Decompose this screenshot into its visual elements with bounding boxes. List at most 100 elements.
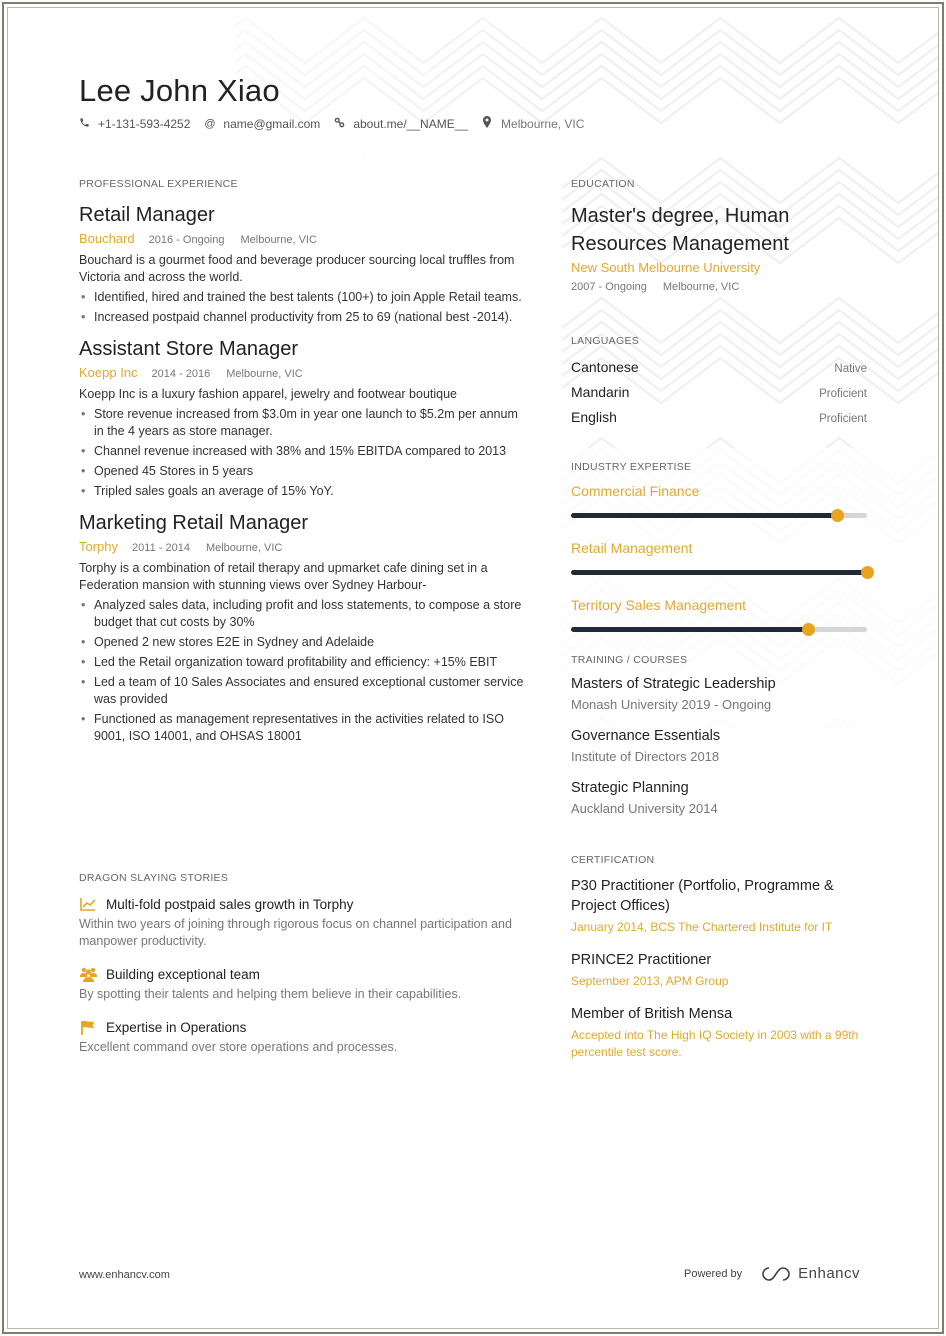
job-location: Melbourne, VIC bbox=[226, 368, 303, 380]
job-company: Torphy bbox=[79, 539, 119, 554]
skill-level-bar bbox=[571, 623, 867, 636]
job-description: Koepp Inc is a luxury fashion apparel, j… bbox=[79, 387, 458, 401]
skill-level-knob bbox=[831, 509, 845, 522]
skill-level-fill bbox=[571, 627, 808, 632]
location-pin-icon bbox=[482, 116, 496, 131]
education-location: Melbourne, VIC bbox=[662, 281, 740, 293]
job-description: Bouchard is a gourmet food and beverage … bbox=[79, 253, 515, 284]
language-name: Mandarin bbox=[571, 384, 630, 400]
job-dates: 2011 - 2014 bbox=[132, 542, 190, 554]
section-title-certification: CERTIFICATION bbox=[571, 854, 655, 866]
skill-item: Retail Management bbox=[571, 540, 874, 579]
certification-item: PRINCE2 Practitioner September 2013, APM… bbox=[571, 950, 867, 990]
story-header: Expertise in Operations bbox=[79, 1019, 529, 1035]
job-entry: Marketing Retail Manager Torphy 2011 - 2… bbox=[79, 510, 529, 745]
job-meta: Bouchard 2016 - Ongoing Melbourne, VIC bbox=[79, 231, 529, 246]
skill-name: Commercial Finance bbox=[571, 483, 700, 499]
job-dates: 2014 - 2016 bbox=[151, 368, 211, 380]
job-bullet: Increased postpaid channel productivity … bbox=[79, 309, 529, 326]
job-company: Koepp Inc bbox=[79, 365, 138, 380]
contact-phone[interactable]: +1-131-593-4252 bbox=[79, 117, 190, 131]
section-title-languages: LANGUAGES bbox=[571, 335, 640, 347]
certification-subtitle: Accepted into The High IQ Society in 200… bbox=[571, 1028, 859, 1059]
right-column: EDUCATION Master's degree, Human Resourc… bbox=[571, 178, 874, 1061]
section-title-expertise: INDUSTRY EXPERTISE bbox=[571, 461, 692, 473]
skill-name: Territory Sales Management bbox=[571, 597, 747, 613]
section-title-education: EDUCATION bbox=[571, 178, 635, 190]
language-name: Cantonese bbox=[571, 359, 639, 375]
enhancv-logo[interactable]: Enhancv bbox=[760, 1265, 860, 1282]
contact-bar: +1-131-593-4252 @ name@gmail.com about.m… bbox=[79, 116, 598, 131]
language-name: English bbox=[571, 409, 617, 425]
certification-item: P30 Practitioner (Portfolio, Programme &… bbox=[571, 876, 867, 936]
chart-line-icon bbox=[79, 896, 97, 912]
job-bullet: Opened 45 Stores in 5 years bbox=[79, 463, 529, 480]
expertise-section: INDUSTRY EXPERTISE Commercial Finance Re… bbox=[571, 461, 874, 636]
section-title-training: TRAINING / COURSES bbox=[571, 654, 688, 666]
skill-level-bar bbox=[571, 566, 874, 579]
certification-subtitle: January 2014, BCS The Chartered Institut… bbox=[571, 920, 833, 934]
job-entry: Retail Manager Bouchard 2016 - Ongoing M… bbox=[79, 202, 529, 326]
course-item: Governance Essentials Institute of Direc… bbox=[571, 728, 867, 764]
at-icon: @ bbox=[204, 117, 216, 130]
job-bullet: Led the Retail organization toward profi… bbox=[79, 654, 529, 671]
education-dates: 2007 - Ongoing bbox=[571, 281, 647, 293]
skill-item: Territory Sales Management bbox=[571, 597, 867, 636]
stories-section: DRAGON SLAYING STORIES Multi-fold postpa… bbox=[79, 872, 529, 1056]
education-meta: 2007 - Ongoing Melbourne, VIC bbox=[571, 281, 867, 293]
language-row: Cantonese Native bbox=[571, 359, 867, 375]
language-level: Proficient bbox=[819, 388, 867, 400]
skill-level-fill bbox=[571, 513, 838, 518]
job-bullet: Identified, hired and trained the best t… bbox=[79, 289, 529, 306]
flag-icon bbox=[79, 1019, 97, 1035]
contact-location: Melbourne, VIC bbox=[482, 116, 584, 131]
team-icon bbox=[79, 966, 97, 982]
course-subtitle: Institute of Directors 2018 bbox=[571, 749, 720, 764]
link-text: about.me/__NAME__ bbox=[353, 116, 469, 131]
certification-title: Member of British Mensa bbox=[571, 1006, 733, 1022]
story-item: Expertise in Operations Excellent comman… bbox=[79, 1019, 529, 1056]
job-title: Marketing Retail Manager bbox=[79, 512, 308, 534]
section-title-stories: DRAGON SLAYING STORIES bbox=[79, 872, 229, 884]
job-bullets: Analyzed sales data, including profit an… bbox=[79, 597, 529, 745]
story-title: Multi-fold postpaid sales growth in Torp… bbox=[106, 896, 354, 912]
skill-level-bar bbox=[571, 509, 867, 522]
job-title: Assistant Store Manager bbox=[79, 338, 298, 360]
job-description: Torphy is a combination of retail therap… bbox=[79, 561, 488, 592]
job-company: Bouchard bbox=[79, 231, 135, 246]
resume-page: Lee John Xiao +1-131-593-4252 @ name@gma… bbox=[0, 0, 946, 1336]
skill-level-knob bbox=[861, 566, 874, 579]
language-row: English Proficient bbox=[571, 409, 867, 425]
story-header: Building exceptional team bbox=[79, 966, 529, 982]
job-bullet: Store revenue increased from $3.0m in ye… bbox=[79, 406, 529, 440]
job-bullet: Channel revenue increased with 38% and 1… bbox=[79, 443, 529, 460]
powered-by-label: Powered by bbox=[684, 1267, 743, 1280]
contact-link[interactable]: about.me/__NAME__ bbox=[334, 117, 468, 131]
skill-level-fill bbox=[571, 570, 867, 575]
course-title: Governance Essentials bbox=[571, 728, 721, 744]
job-bullet: Opened 2 new stores E2E in Sydney and Ad… bbox=[79, 634, 529, 651]
skill-item: Commercial Finance bbox=[571, 483, 867, 522]
certification-title: P30 Practitioner (Portfolio, Programme &… bbox=[571, 878, 834, 914]
footer-website-link[interactable]: www.enhancv.com bbox=[79, 1269, 170, 1281]
languages-section: LANGUAGES Cantonese Native Mandarin Prof… bbox=[571, 335, 867, 425]
section-title-experience: PROFESSIONAL EXPERIENCE bbox=[79, 178, 238, 190]
certification-title: PRINCE2 Practitioner bbox=[571, 952, 712, 968]
story-description: By spotting their talents and helping th… bbox=[79, 987, 462, 1001]
phone-icon bbox=[79, 117, 93, 131]
footer-branding: Powered by Enhancv bbox=[684, 1265, 860, 1282]
certification-item: Member of British Mensa Accepted into Th… bbox=[571, 1004, 867, 1061]
certification-subtitle: September 2013, APM Group bbox=[571, 974, 729, 988]
job-location: Melbourne, VIC bbox=[240, 234, 317, 246]
job-meta: Torphy 2011 - 2014 Melbourne, VIC bbox=[79, 539, 529, 554]
contact-email[interactable]: @ name@gmail.com bbox=[204, 117, 320, 131]
job-bullet: Analyzed sales data, including profit an… bbox=[79, 597, 529, 631]
certification-section: CERTIFICATION P30 Practitioner (Portfoli… bbox=[571, 854, 867, 1061]
story-description: Excellent command over store operations … bbox=[79, 1040, 398, 1054]
job-dates: 2016 - Ongoing bbox=[148, 234, 225, 246]
course-subtitle: Auckland University 2014 bbox=[571, 801, 718, 816]
story-item: Building exceptional team By spotting th… bbox=[79, 966, 529, 1003]
job-bullet: Functioned as management representatives… bbox=[79, 711, 529, 745]
job-bullet: Led a team of 10 Sales Associates and en… bbox=[79, 674, 529, 708]
story-title: Expertise in Operations bbox=[106, 1019, 247, 1035]
